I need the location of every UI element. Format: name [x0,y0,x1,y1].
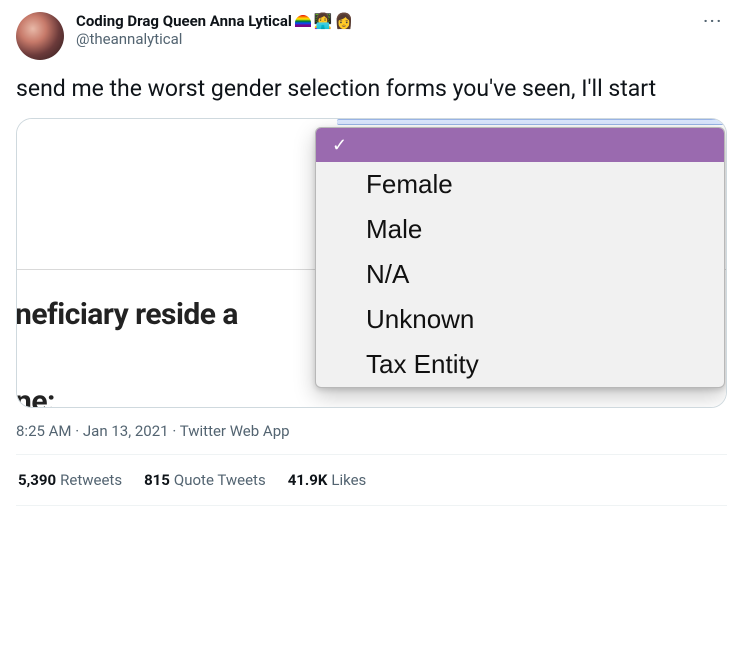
more-button[interactable]: ··· [699,12,727,30]
woman-emoji: 👩 [335,12,354,30]
avatar[interactable] [16,12,64,60]
tweet-media[interactable]: neficiary reside a ne: ✓ Female Male N/A… [16,118,727,408]
bg-cropped-text-2: ne: [16,384,55,408]
tweet-container: Coding Drag Queen Anna Lytical 👩‍💻 👩 @th… [0,0,743,510]
tweet-source: Twitter Web App [180,422,290,440]
dropdown-option: N/A [316,252,724,297]
user-handle: @theannalytical [76,30,699,48]
meta-sep: · [75,422,83,440]
dropdown-option: Tax Entity [316,342,724,387]
display-name: Coding Drag Queen Anna Lytical 👩‍💻 👩 [76,12,699,30]
likes-count: 41.9K [288,471,328,489]
quotes-label: Quote Tweets [174,471,266,489]
tweet-date: Jan 13, 2021 [83,422,169,440]
bg-cropped-text-1: neficiary reside a [16,297,238,332]
tweet-meta[interactable]: 8:25 AM · Jan 13, 2021 · Twitter Web App [16,422,727,440]
dropdown-option: Unknown [316,297,724,342]
gender-dropdown: ✓ Female Male N/A Unknown Tax Entity [315,127,725,388]
bg-field-outline [337,119,726,125]
display-name-text: Coding Drag Queen Anna Lytical [76,12,292,30]
technologist-emoji: 👩‍💻 [314,12,333,30]
tweet-stats: 5,390Retweets 815Quote Tweets 41.9KLikes [16,455,727,505]
tweet-header: Coding Drag Queen Anna Lytical 👩‍💻 👩 @th… [16,12,727,60]
checkmark-icon: ✓ [332,135,347,156]
dropdown-option: Female [316,162,724,207]
divider [16,505,727,506]
meta-sep: · [172,422,179,440]
quotes-count: 815 [144,471,170,489]
tweet-time: 8:25 AM [16,422,72,440]
dropdown-selected-row: ✓ [316,128,724,162]
likes-label: Likes [331,471,366,489]
quotes-stat[interactable]: 815Quote Tweets [144,471,266,489]
embedded-screenshot: neficiary reside a ne: ✓ Female Male N/A… [17,119,726,407]
rainbow-icon [295,15,311,27]
dropdown-option: Male [316,207,724,252]
retweets-stat[interactable]: 5,390Retweets [18,471,122,489]
tweet-text: send me the worst gender selection forms… [16,74,727,104]
retweets-count: 5,390 [18,471,56,489]
likes-stat[interactable]: 41.9KLikes [288,471,367,489]
user-block[interactable]: Coding Drag Queen Anna Lytical 👩‍💻 👩 @th… [76,12,699,48]
retweets-label: Retweets [60,471,122,489]
